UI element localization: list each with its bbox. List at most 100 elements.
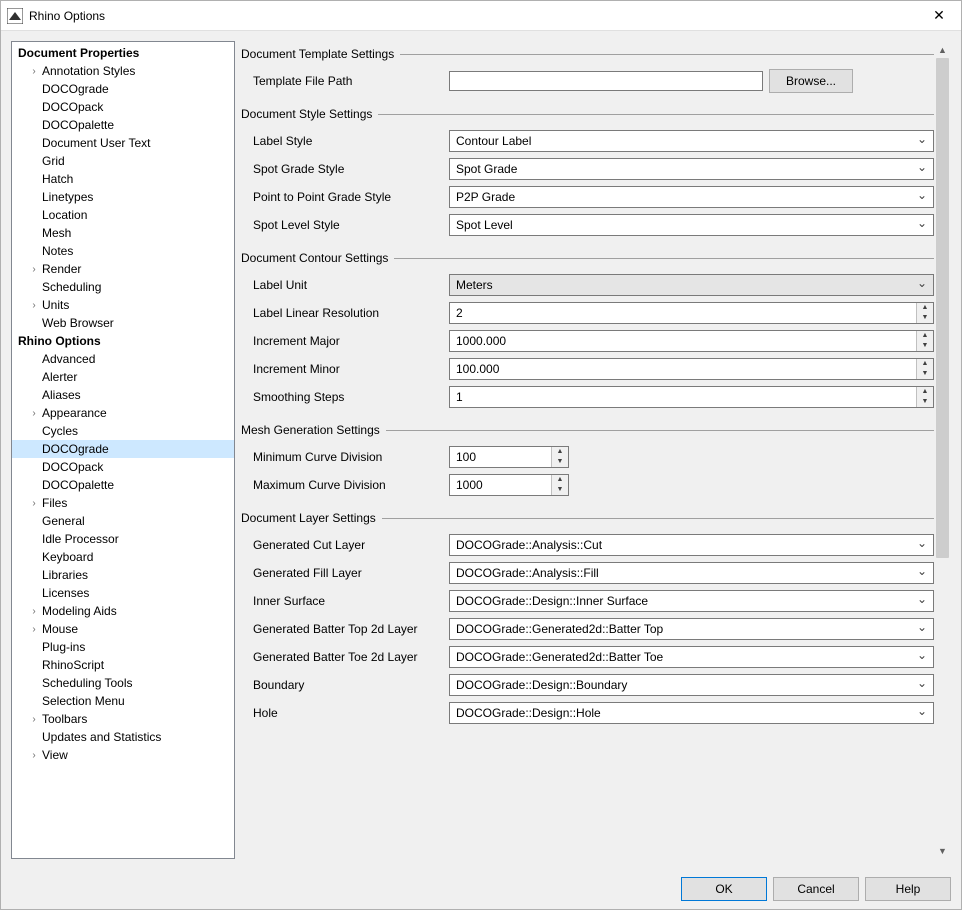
tree-item-label: Scheduling Tools — [40, 676, 133, 690]
tree-item[interactable]: RhinoScript — [12, 656, 234, 674]
tree-item[interactable]: ›Files — [12, 494, 234, 512]
scroll-up-icon[interactable]: ▲ — [934, 41, 951, 58]
tree-item[interactable]: Idle Processor — [12, 530, 234, 548]
label-boundary: Boundary — [253, 678, 449, 692]
options-window: Rhino Options ✕ Document Properties›Anno… — [0, 0, 962, 910]
tree-item-label: Scheduling — [40, 280, 101, 294]
tree-item[interactable]: DOCOpack — [12, 98, 234, 116]
spinner-buttons[interactable]: ▲▼ — [916, 303, 933, 323]
expand-icon[interactable]: › — [28, 66, 40, 77]
scroll-thumb[interactable] — [936, 58, 949, 558]
tree-item[interactable]: DOCOpalette — [12, 116, 234, 134]
tree-item[interactable]: ›Units — [12, 296, 234, 314]
tree-item[interactable]: DOCOpack — [12, 458, 234, 476]
label-increment-major: Increment Major — [253, 334, 449, 348]
tree-item[interactable]: Document User Text — [12, 134, 234, 152]
tree-item[interactable]: Grid — [12, 152, 234, 170]
tree-item[interactable]: Web Browser — [12, 314, 234, 332]
settings-panel: Document Template Settings Template File… — [241, 41, 951, 859]
batter-toe-layer-select[interactable]: DOCOGrade::Generated2d::Batter Toe — [449, 646, 934, 668]
tree-item[interactable]: ›Render — [12, 260, 234, 278]
increment-minor-spinner[interactable]: 100.000 ▲▼ — [449, 358, 934, 380]
spinner-buttons[interactable]: ▲▼ — [916, 331, 933, 351]
tree-item[interactable]: Notes — [12, 242, 234, 260]
tree-item-label: View — [40, 748, 68, 762]
label-unit-select[interactable]: Meters — [449, 274, 934, 296]
tree-item-label: Appearance — [40, 406, 107, 420]
p2p-grade-style-select[interactable]: P2P Grade — [449, 186, 934, 208]
tree-item[interactable]: Linetypes — [12, 188, 234, 206]
close-icon[interactable]: ✕ — [917, 1, 961, 31]
spinner-buttons[interactable]: ▲▼ — [916, 387, 933, 407]
group-layer: Document Layer Settings Generated Cut La… — [241, 511, 934, 725]
tree-item-label: DOCOgrade — [40, 82, 109, 96]
tree-item-label: Notes — [40, 244, 73, 258]
max-curve-division-spinner[interactable]: 1000 ▲▼ — [449, 474, 569, 496]
spot-grade-style-select[interactable]: Spot Grade — [449, 158, 934, 180]
expand-icon[interactable]: › — [28, 750, 40, 761]
tree-item[interactable]: Selection Menu — [12, 692, 234, 710]
tree-item[interactable]: ›Annotation Styles — [12, 62, 234, 80]
browse-button[interactable]: Browse... — [769, 69, 853, 93]
tree-item[interactable]: DOCOgrade — [12, 440, 234, 458]
fill-layer-select[interactable]: DOCOGrade::Analysis::Fill — [449, 562, 934, 584]
tree-item[interactable]: ›Toolbars — [12, 710, 234, 728]
tree-item-label: Files — [40, 496, 67, 510]
template-file-path-input[interactable] — [449, 71, 763, 91]
tree-item[interactable]: DOCOgrade — [12, 80, 234, 98]
expand-icon[interactable]: › — [28, 264, 40, 275]
help-button[interactable]: Help — [865, 877, 951, 901]
tree-item[interactable]: ›Appearance — [12, 404, 234, 422]
linear-resolution-spinner[interactable]: 2 ▲▼ — [449, 302, 934, 324]
inner-surface-select[interactable]: DOCOGrade::Design::Inner Surface — [449, 590, 934, 612]
tree-item[interactable]: Advanced — [12, 350, 234, 368]
tree-item-label: Aliases — [40, 388, 81, 402]
expand-icon[interactable]: › — [28, 300, 40, 311]
min-curve-division-spinner[interactable]: 100 ▲▼ — [449, 446, 569, 468]
tree-item[interactable]: Libraries — [12, 566, 234, 584]
spot-level-style-select[interactable]: Spot Level — [449, 214, 934, 236]
tree-item[interactable]: ›Mouse — [12, 620, 234, 638]
spinner-buttons[interactable]: ▲▼ — [551, 475, 568, 495]
tree-item[interactable]: General — [12, 512, 234, 530]
expand-icon[interactable]: › — [28, 606, 40, 617]
titlebar: Rhino Options ✕ — [1, 1, 961, 31]
expand-icon[interactable]: › — [28, 714, 40, 725]
tree-item[interactable]: Scheduling Tools — [12, 674, 234, 692]
hole-select[interactable]: DOCOGrade::Design::Hole — [449, 702, 934, 724]
tree-item[interactable]: Location — [12, 206, 234, 224]
tree-item[interactable]: Mesh — [12, 224, 234, 242]
spinner-buttons[interactable]: ▲▼ — [916, 359, 933, 379]
tree-item[interactable]: Licenses — [12, 584, 234, 602]
spinner-buttons[interactable]: ▲▼ — [551, 447, 568, 467]
tree-item-label: RhinoScript — [40, 658, 104, 672]
expand-icon[interactable]: › — [28, 498, 40, 509]
tree-item[interactable]: ›View — [12, 746, 234, 764]
tree-item[interactable]: ›Modeling Aids — [12, 602, 234, 620]
tree-item[interactable]: Aliases — [12, 386, 234, 404]
nav-tree[interactable]: Document Properties›Annotation StylesDOC… — [11, 41, 235, 859]
expand-icon[interactable]: › — [28, 408, 40, 419]
tree-item[interactable]: Hatch — [12, 170, 234, 188]
batter-top-layer-select[interactable]: DOCOGrade::Generated2d::Batter Top — [449, 618, 934, 640]
tree-item[interactable]: Keyboard — [12, 548, 234, 566]
cut-layer-select[interactable]: DOCOGrade::Analysis::Cut — [449, 534, 934, 556]
increment-major-spinner[interactable]: 1000.000 ▲▼ — [449, 330, 934, 352]
scroll-down-icon[interactable]: ▼ — [934, 842, 951, 859]
tree-item-label: Units — [40, 298, 69, 312]
tree-item[interactable]: DOCOpalette — [12, 476, 234, 494]
expand-icon[interactable]: › — [28, 624, 40, 635]
tree-item[interactable]: Plug-ins — [12, 638, 234, 656]
tree-item[interactable]: Alerter — [12, 368, 234, 386]
tree-item-label: Toolbars — [40, 712, 87, 726]
vertical-scrollbar[interactable]: ▲ ▼ — [934, 41, 951, 859]
ok-button[interactable]: OK — [681, 877, 767, 901]
cancel-button[interactable]: Cancel — [773, 877, 859, 901]
tree-item[interactable]: Updates and Statistics — [12, 728, 234, 746]
label-style-select[interactable]: Contour Label — [449, 130, 934, 152]
tree-item[interactable]: Cycles — [12, 422, 234, 440]
tree-item[interactable]: Scheduling — [12, 278, 234, 296]
boundary-select[interactable]: DOCOGrade::Design::Boundary — [449, 674, 934, 696]
smoothing-steps-spinner[interactable]: 1 ▲▼ — [449, 386, 934, 408]
tree-item-label: Location — [40, 208, 87, 222]
